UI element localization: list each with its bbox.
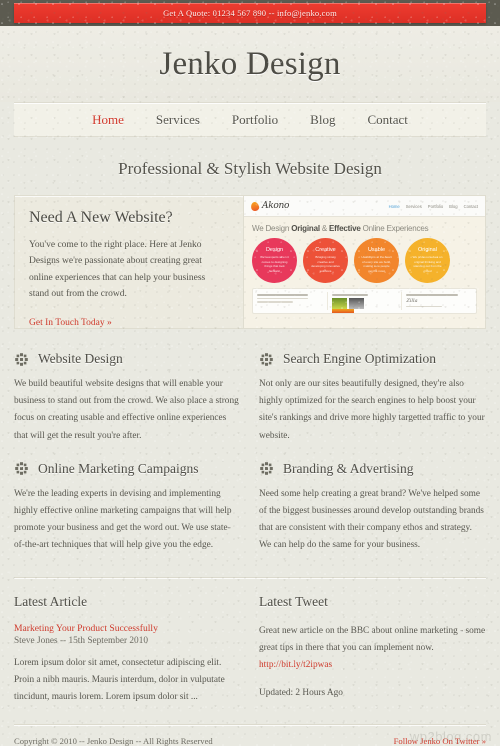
nav-item-portfolio[interactable]: Portfolio	[232, 112, 278, 128]
service-seo: Search Engine Optimization Not only are …	[259, 351, 486, 445]
preview-circle-title: Creative	[315, 247, 336, 253]
service-body: Not only are our sites beautifully desig…	[259, 379, 485, 441]
floret-icon	[15, 462, 28, 476]
services-grid: Website Design We build beautiful websit…	[14, 351, 486, 555]
article-meta: Steve Jones -- 15th September 2010	[14, 635, 149, 646]
tweet-body: Great new article on the BBC about onlin…	[259, 623, 486, 675]
service-header: Search Engine Optimization	[259, 351, 486, 367]
floret-icon	[260, 462, 273, 476]
article-title-link[interactable]: Marketing Your Product Successfully	[14, 623, 241, 634]
preview-nav-services: Services	[405, 203, 422, 209]
preview-card-brand-name: Zilla	[406, 297, 418, 304]
preview-headline-pre: We Design	[252, 224, 292, 233]
preview-circle-title: Original	[418, 247, 437, 253]
preview-nav-portfolio: Portfolio	[427, 203, 444, 209]
hero-preview-image[interactable]: Akono Home Services Portfolio Blog Conta…	[243, 196, 485, 328]
watermark: wp2blog.com	[409, 729, 492, 744]
page-tagline: Professional & Stylish Website Design	[118, 159, 382, 178]
preview-headline: We Design Original & Effective Online Ex…	[244, 217, 485, 237]
top-strip: Get A Quote: 01234 567 890 -- info@jenko…	[0, 0, 500, 26]
preview-content-cards: Zilla	[252, 288, 477, 314]
quote-bar[interactable]: Get A Quote: 01234 567 890 -- info@jenko…	[14, 3, 486, 23]
preview-brand: Akono	[262, 201, 290, 211]
preview-circle-original: Original We pride ourselves on original …	[405, 238, 450, 283]
hero-heading: Need A New Website?	[29, 209, 173, 226]
preview-logo: Akono	[250, 200, 290, 212]
quote-text: Get A Quote: 01234 567 890 -- info@jenko…	[163, 8, 337, 18]
preview-circle-body: We're experts when it comes to designing…	[260, 255, 289, 273]
preview-circle-design: Design We're experts when it comes to de…	[252, 238, 297, 283]
service-branding-advertising: Branding & Advertising Need some help cr…	[259, 461, 486, 555]
preview-headline-mid: &	[319, 224, 330, 233]
service-title: Website Design	[38, 351, 123, 366]
service-title: Branding & Advertising	[283, 460, 414, 476]
service-header: Branding & Advertising	[259, 461, 486, 477]
preview-thumbnail-image	[331, 297, 347, 309]
preview-nav-blog: Blog	[449, 203, 458, 209]
footer-widgets: Latest Article Marketing Your Product Su…	[14, 576, 486, 707]
service-header: Online Marketing Campaigns	[14, 461, 241, 477]
service-title: Search Engine Optimization	[283, 351, 436, 366]
nav-item-contact[interactable]: Contact	[367, 112, 407, 128]
page-root: Get A Quote: 01234 567 890 -- info@jenko…	[0, 0, 500, 746]
floret-icon	[260, 352, 273, 366]
preview-card-form	[257, 292, 323, 310]
service-online-marketing: Online Marketing Campaigns We're the lea…	[14, 461, 241, 555]
preview-nav-home: Home	[388, 203, 400, 209]
hero-panel: Need A New Website? You've come to the r…	[14, 195, 486, 329]
service-website-design: Website Design We build beautiful websit…	[14, 351, 241, 445]
preview-circle-title: Design	[265, 247, 284, 253]
preview-circles: Design We're experts when it comes to de…	[244, 237, 485, 283]
widget-latest-article: Latest Article Marketing Your Product Su…	[14, 594, 241, 707]
service-title: Online Marketing Campaigns	[38, 460, 199, 476]
hero-body: You've come to the right place. Here at …	[29, 240, 206, 299]
preview-circle-body: Bringing strong creative and developing …	[311, 255, 340, 273]
tweet-text: Great new article on the BBC about onlin…	[259, 625, 486, 653]
widget-heading: Latest Tweet	[259, 593, 328, 609]
preview-circle-creative: Creative Bringing strong creative and de…	[303, 238, 348, 283]
preview-headline-bold-1: Original	[291, 224, 320, 233]
masthead: Jenko Design	[0, 26, 500, 102]
nav-item-services[interactable]: Services	[156, 112, 200, 128]
site-title[interactable]: Jenko Design	[159, 46, 340, 83]
preview-header: Akono Home Services Portfolio Blog Conta…	[244, 196, 485, 217]
service-body: Need some help creating a great brand? W…	[259, 488, 484, 551]
article-excerpt: Lorem ipsum dolor sit amet, consectetur …	[14, 657, 225, 702]
droplet-icon	[250, 200, 260, 212]
preview-circle-body: We pride ourselves on original thinking …	[412, 255, 443, 273]
preview-nav-contact: Contact	[463, 203, 478, 209]
widget-heading: Latest Article	[14, 593, 88, 609]
primary-nav: Home Services Portfolio Blog Contact	[14, 102, 486, 137]
nav-item-home[interactable]: Home	[92, 112, 124, 128]
preview-card-media	[326, 292, 398, 313]
preview-circle-title: Usable	[367, 247, 386, 253]
floret-icon	[15, 352, 28, 366]
service-header: Website Design	[14, 351, 241, 367]
preview-circle-usable: Usable Usability is at the heart of ever…	[354, 238, 399, 283]
preview-badge	[331, 308, 354, 313]
preview-headline-post: Online Experiences	[360, 224, 429, 233]
preview-headline-bold-2: Effective	[329, 224, 361, 233]
hero-cta-link[interactable]: Get In Touch Today »	[29, 318, 112, 328]
tweet-link[interactable]: http://bit.ly/t2ipwas	[259, 657, 332, 674]
preview-card-brand: Zilla	[401, 292, 472, 310]
service-body: We build beautiful website designs that …	[14, 379, 239, 441]
hero-copy: Need A New Website? You've come to the r…	[15, 196, 243, 328]
service-body: We're the leading experts in devising an…	[14, 488, 232, 551]
preview-nav: Home Services Portfolio Blog Contact	[389, 204, 478, 209]
nav-item-blog[interactable]: Blog	[310, 112, 335, 128]
widget-latest-tweet: Latest Tweet Great new article on the BB…	[259, 594, 486, 707]
copyright-text: Copyright © 2010 -- Jenko Design -- All …	[14, 736, 213, 746]
preview-circle-body: Usability is at the heart of every site …	[361, 255, 392, 273]
preview-thumbnail-image	[348, 297, 364, 309]
tweet-updated: Updated: 2 Hours Ago	[259, 688, 343, 699]
